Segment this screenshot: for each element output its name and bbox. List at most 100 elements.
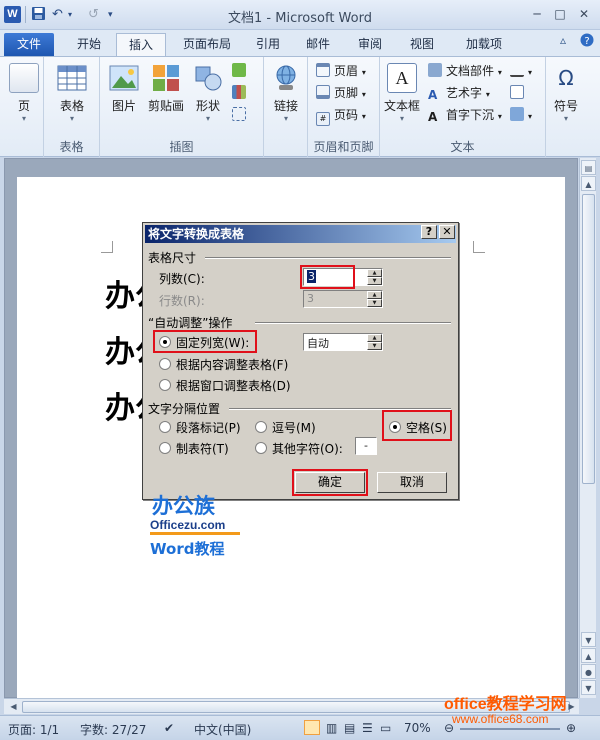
tab-review[interactable]: 审阅 <box>350 33 390 56</box>
tab-addins[interactable]: 加载项 <box>458 33 510 56</box>
textbox-icon: A <box>387 63 417 93</box>
pages-button[interactable]: 页 ▾ <box>2 63 46 123</box>
dropdown-arrow-icon: ▾ <box>205 114 210 123</box>
shapes-button[interactable]: 形状 ▾ <box>186 63 230 123</box>
page-count[interactable]: 页面: 1/1 <box>8 721 59 738</box>
tab-insert[interactable]: 插入 <box>116 33 166 56</box>
spin-down-icon[interactable]: ▼ <box>367 342 382 350</box>
sep-paragraph-label[interactable]: 段落标记(P) <box>176 419 241 436</box>
vertical-scroll-thumb[interactable] <box>582 194 595 484</box>
next-page-icon[interactable]: ▼ <box>581 680 596 695</box>
zoom-slider[interactable] <box>460 728 560 730</box>
autofit-content-radio[interactable] <box>159 358 171 370</box>
header-button[interactable]: 页眉 ▾ <box>316 61 366 81</box>
dropcap-button[interactable]: A 首字下沉 ▾ <box>428 105 502 125</box>
fixed-width-value[interactable]: 自动 <box>307 335 329 351</box>
page-number-icon: # <box>316 112 330 126</box>
scroll-down-icon[interactable]: ▼ <box>581 632 596 647</box>
symbol-button[interactable]: Ω 符号 ▾ <box>544 63 588 123</box>
wordart-button[interactable]: A 艺术字 ▾ <box>428 83 490 103</box>
sep-comma-radio[interactable] <box>255 421 267 433</box>
screenshot-button[interactable] <box>232 105 250 125</box>
sep-tab-label[interactable]: 制表符(T) <box>176 440 229 457</box>
minimize-button[interactable]: ─ <box>527 5 547 23</box>
table-button[interactable]: 表格 ▾ <box>50 63 94 123</box>
text-group-label: 文本 <box>450 140 475 154</box>
sep-paragraph-radio[interactable] <box>159 421 171 433</box>
sep-tab-radio[interactable] <box>159 442 171 454</box>
full-screen-view-icon[interactable]: ▥ <box>326 721 337 735</box>
language-indicator[interactable]: 中文(中国) <box>194 721 251 738</box>
dialog-title: 将文字转换成表格 <box>145 225 456 243</box>
ribbon-collapse-icon[interactable]: ▵ <box>560 33 566 47</box>
spin-up-icon[interactable]: ▲ <box>367 334 382 342</box>
clipart-button[interactable]: 剪贴画 <box>144 63 188 114</box>
outline-view-icon[interactable]: ☰ <box>362 721 373 735</box>
sep-comma-label[interactable]: 逗号(M) <box>272 419 316 436</box>
close-window-button[interactable]: ✕ <box>574 5 594 23</box>
dialog-close-button[interactable]: ✕ <box>439 225 455 239</box>
ruler-toggle-icon[interactable]: ▤ <box>581 160 596 175</box>
sep-other-radio[interactable] <box>255 442 267 454</box>
autofit-window-radio[interactable] <box>159 379 171 391</box>
tables-group-label: 表格 <box>59 140 84 154</box>
help-icon[interactable]: ? <box>580 33 594 50</box>
date-time-button[interactable] <box>510 83 528 103</box>
zoom-level[interactable]: 70% <box>404 721 431 735</box>
footer-button[interactable]: 页脚 ▾ <box>316 83 366 103</box>
previous-page-icon[interactable]: ▲ <box>581 648 596 663</box>
spin-down-icon: ▼ <box>367 299 382 307</box>
web-layout-view-icon[interactable]: ▤ <box>344 721 355 735</box>
footer-label: 页脚 <box>334 86 359 100</box>
maximize-button[interactable]: □ <box>550 5 570 23</box>
page-number-button[interactable]: # 页码 ▾ <box>316 105 366 126</box>
zoom-in-icon[interactable]: ⊕ <box>566 721 576 735</box>
draft-view-icon[interactable]: ▭ <box>380 721 391 735</box>
vertical-scrollbar[interactable]: ▤ ▲ ▼ ▲ ● ▼ <box>579 158 596 698</box>
clipart-icon <box>151 63 181 93</box>
autofit-window-label[interactable]: 根据窗口调整表格(D) <box>176 377 291 394</box>
spin-up-icon[interactable]: ▲ <box>367 269 382 277</box>
tab-home[interactable]: 开始 <box>66 33 112 56</box>
word-count[interactable]: 字数: 27/27 <box>80 721 146 738</box>
watermark-title: office教程学习网 <box>444 696 567 713</box>
picture-button[interactable]: 图片 <box>102 63 146 114</box>
spinner-arrows[interactable]: ▲ ▼ <box>367 269 382 285</box>
proofing-icon[interactable]: ✔ <box>164 721 174 735</box>
highlight-box <box>382 410 452 441</box>
tab-file[interactable]: 文件 <box>4 33 54 56</box>
signature-line-button[interactable]: ▾ <box>510 61 532 81</box>
help-button[interactable]: ? <box>421 225 437 239</box>
links-button[interactable]: 链接 ▾ <box>264 63 308 123</box>
section-divider <box>255 322 451 324</box>
tab-references[interactable]: 引用 <box>248 33 288 56</box>
dropdown-arrow-icon: ▾ <box>528 112 533 121</box>
object-button[interactable]: ▾ <box>510 105 532 125</box>
chart-button[interactable] <box>232 83 250 103</box>
fixed-width-spinner[interactable]: 自动 ▲ ▼ <box>303 333 383 351</box>
highlight-box <box>153 330 257 353</box>
tab-mailings[interactable]: 邮件 <box>298 33 338 56</box>
textbox-button[interactable]: A 文本框 ▾ <box>380 63 424 123</box>
scroll-up-icon[interactable]: ▲ <box>581 176 596 191</box>
autofit-content-label[interactable]: 根据内容调整表格(F) <box>176 356 288 373</box>
separator-section-label: 文字分隔位置 <box>148 402 221 416</box>
chart-icon <box>232 85 246 99</box>
tab-page-layout[interactable]: 页面布局 <box>172 33 242 56</box>
dropdown-arrow-icon: ▾ <box>361 112 366 121</box>
cancel-button[interactable]: 取消 <box>377 472 447 493</box>
spin-down-icon[interactable]: ▼ <box>367 277 382 285</box>
tab-view[interactable]: 视图 <box>402 33 442 56</box>
spinner-arrows[interactable]: ▲ ▼ <box>367 334 382 350</box>
ribbon: 页 ▾ 表格 ▾ 表格 图片 剪贴画 形状 ▾ 插图 链接 ▾ 页眉 ▾ 页脚 … <box>0 56 600 157</box>
print-layout-view-icon[interactable] <box>304 720 320 735</box>
margin-corner-top-left <box>101 241 113 253</box>
quickparts-button[interactable]: 文档部件 ▾ <box>428 61 502 81</box>
textbox-label: 文本框 <box>383 99 420 113</box>
table-label: 表格 <box>59 99 84 113</box>
smartart-button[interactable] <box>232 61 250 81</box>
browse-object-icon[interactable]: ● <box>581 664 596 679</box>
sep-other-label[interactable]: 其他字符(O): <box>272 440 343 457</box>
scroll-left-icon[interactable]: ◀ <box>6 700 21 714</box>
other-char-input[interactable]: - <box>355 437 377 455</box>
